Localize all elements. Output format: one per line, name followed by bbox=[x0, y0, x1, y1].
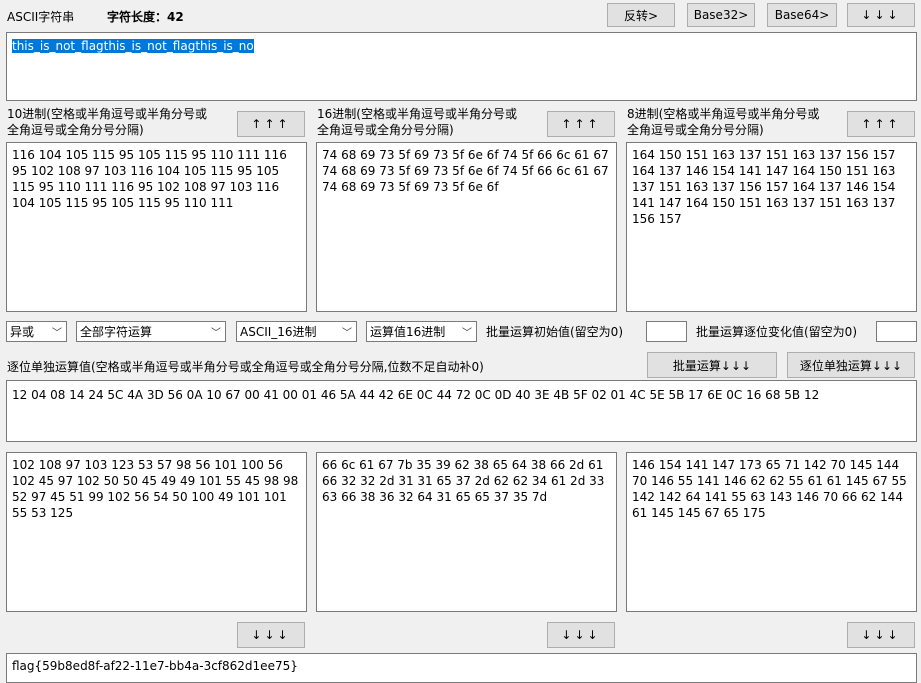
dec-input[interactable]: 116 104 105 115 95 105 115 95 110 111 11… bbox=[6, 142, 307, 312]
result-format-select-value: 运算值16进制 bbox=[370, 325, 446, 339]
batch-step-input[interactable] bbox=[876, 321, 917, 342]
batch-compute-button[interactable]: 批量运算↓↓↓ bbox=[647, 352, 777, 378]
scope-select[interactable]: 全部字符运算 ﹀ bbox=[76, 321, 226, 342]
reverse-button[interactable]: 反转> bbox=[607, 3, 675, 27]
base32-button[interactable]: Base32> bbox=[687, 3, 755, 27]
dec-up-button[interactable]: ↑↑↑ bbox=[237, 111, 305, 137]
length-label: 字符长度：42 bbox=[107, 10, 184, 24]
per-bit-compute-button[interactable]: 逐位单独运算↓↓↓ bbox=[787, 352, 915, 378]
batch-step-label: 批量运算逐位变化值(留空为0) bbox=[696, 325, 857, 339]
oct-label: 8进制(空格或半角逗号或半角分号或全角逗号或全角分号分隔) bbox=[627, 107, 820, 137]
batch-init-input[interactable] bbox=[646, 321, 687, 342]
chevron-down-icon: ﹀ bbox=[342, 328, 352, 339]
encoding-select-value: ASCII_16进制 bbox=[240, 325, 317, 339]
scope-select-value: 全部字符运算 bbox=[80, 325, 153, 339]
dec-down-button[interactable]: ↓↓↓ bbox=[237, 622, 305, 648]
operation-select-value: 异或 bbox=[10, 325, 35, 339]
hex-up-button[interactable]: ↑↑↑ bbox=[547, 111, 615, 137]
per-bit-label: 逐位单独运算值(空格或半角逗号或半角分号或全角逗号或全角分号分隔,位数不足自动补… bbox=[7, 360, 484, 374]
ascii-input[interactable]: this_is_not_flagthis_is_not_flagthis_is_… bbox=[6, 32, 917, 101]
encoding-select[interactable]: ASCII_16进制 ﹀ bbox=[236, 321, 357, 342]
oct-up-button[interactable]: ↑↑↑ bbox=[847, 111, 915, 137]
chevron-down-icon: ﹀ bbox=[462, 328, 472, 339]
operation-select[interactable]: 异或 ﹀ bbox=[6, 321, 67, 342]
ascii-label: ASCII字符串 bbox=[7, 10, 75, 24]
result-oct-output[interactable]: 146 154 141 147 173 65 71 142 70 145 144… bbox=[626, 452, 917, 612]
chevron-down-icon: ﹀ bbox=[211, 328, 221, 339]
result-hex-output[interactable]: 66 6c 61 67 7b 35 39 62 38 65 64 38 66 2… bbox=[316, 452, 617, 612]
batch-init-label: 批量运算初始值(留空为0) bbox=[486, 325, 623, 339]
chevron-down-icon: ﹀ bbox=[52, 328, 62, 339]
dec-label: 10进制(空格或半角逗号或半角分号或全角逗号或全角分号分隔) bbox=[7, 107, 207, 137]
result-format-select[interactable]: 运算值16进制 ﹀ bbox=[366, 321, 477, 342]
base64-button[interactable]: Base64> bbox=[767, 3, 837, 27]
result-ascii-output[interactable]: flag{59b8ed8f-af22-11e7-bb4a-3cf862d1ee7… bbox=[6, 653, 917, 683]
ascii-input-value: this_is_not_flagthis_is_not_flagthis_is_… bbox=[12, 39, 254, 53]
oct-input[interactable]: 164 150 151 163 137 151 163 137 156 157 … bbox=[626, 142, 917, 312]
ascii-down-button[interactable]: ↓↓↓ bbox=[847, 3, 915, 27]
hex-input[interactable]: 74 68 69 73 5f 69 73 5f 6e 6f 74 5f 66 6… bbox=[316, 142, 617, 312]
hex-down-button[interactable]: ↓↓↓ bbox=[547, 622, 615, 648]
oct-down-button[interactable]: ↓↓↓ bbox=[847, 622, 915, 648]
result-dec-output[interactable]: 102 108 97 103 123 53 57 98 56 101 100 5… bbox=[6, 452, 307, 612]
hex-label: 16进制(空格或半角逗号或半角分号或全角逗号或全角分号分隔) bbox=[317, 107, 517, 137]
key-input[interactable]: 12 04 08 14 24 5C 4A 3D 56 0A 10 67 00 4… bbox=[6, 380, 917, 442]
